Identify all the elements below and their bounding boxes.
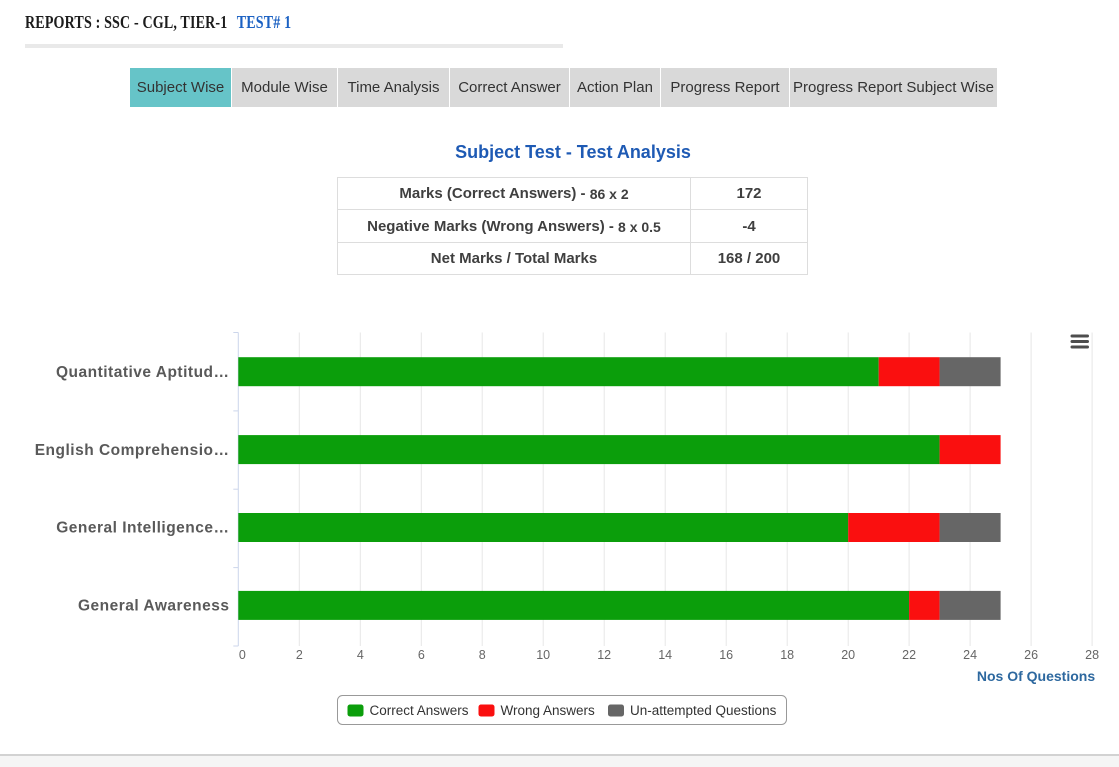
svg-text:Un-attempted Questions: Un-attempted Questions <box>630 703 777 718</box>
svg-text:12: 12 <box>597 648 611 662</box>
svg-text:Correct Answers: Correct Answers <box>370 703 469 718</box>
svg-text:14: 14 <box>658 648 672 662</box>
svg-text:Wrong Answers: Wrong Answers <box>501 703 596 718</box>
svg-text:6: 6 <box>418 648 425 662</box>
svg-text:2: 2 <box>296 648 303 662</box>
svg-text:16: 16 <box>719 648 733 662</box>
svg-text:8: 8 <box>479 648 486 662</box>
svg-text:Nos Of Questions: Nos Of Questions <box>977 668 1095 684</box>
svg-text:4: 4 <box>357 648 364 662</box>
svg-text:English Comprehensio…: English Comprehensio… <box>35 442 230 459</box>
svg-text:Quantitative Aptitud…: Quantitative Aptitud… <box>56 364 230 381</box>
svg-text:28: 28 <box>1085 648 1099 662</box>
svg-text:0: 0 <box>239 648 246 662</box>
svg-text:10: 10 <box>536 648 550 662</box>
svg-text:22: 22 <box>902 648 916 662</box>
svg-text:24: 24 <box>963 648 977 662</box>
svg-text:18: 18 <box>780 648 794 662</box>
svg-text:General Awareness: General Awareness <box>78 598 230 615</box>
svg-text:General Intelligence…: General Intelligence… <box>56 520 229 537</box>
svg-text:26: 26 <box>1024 648 1038 662</box>
svg-text:20: 20 <box>841 648 855 662</box>
